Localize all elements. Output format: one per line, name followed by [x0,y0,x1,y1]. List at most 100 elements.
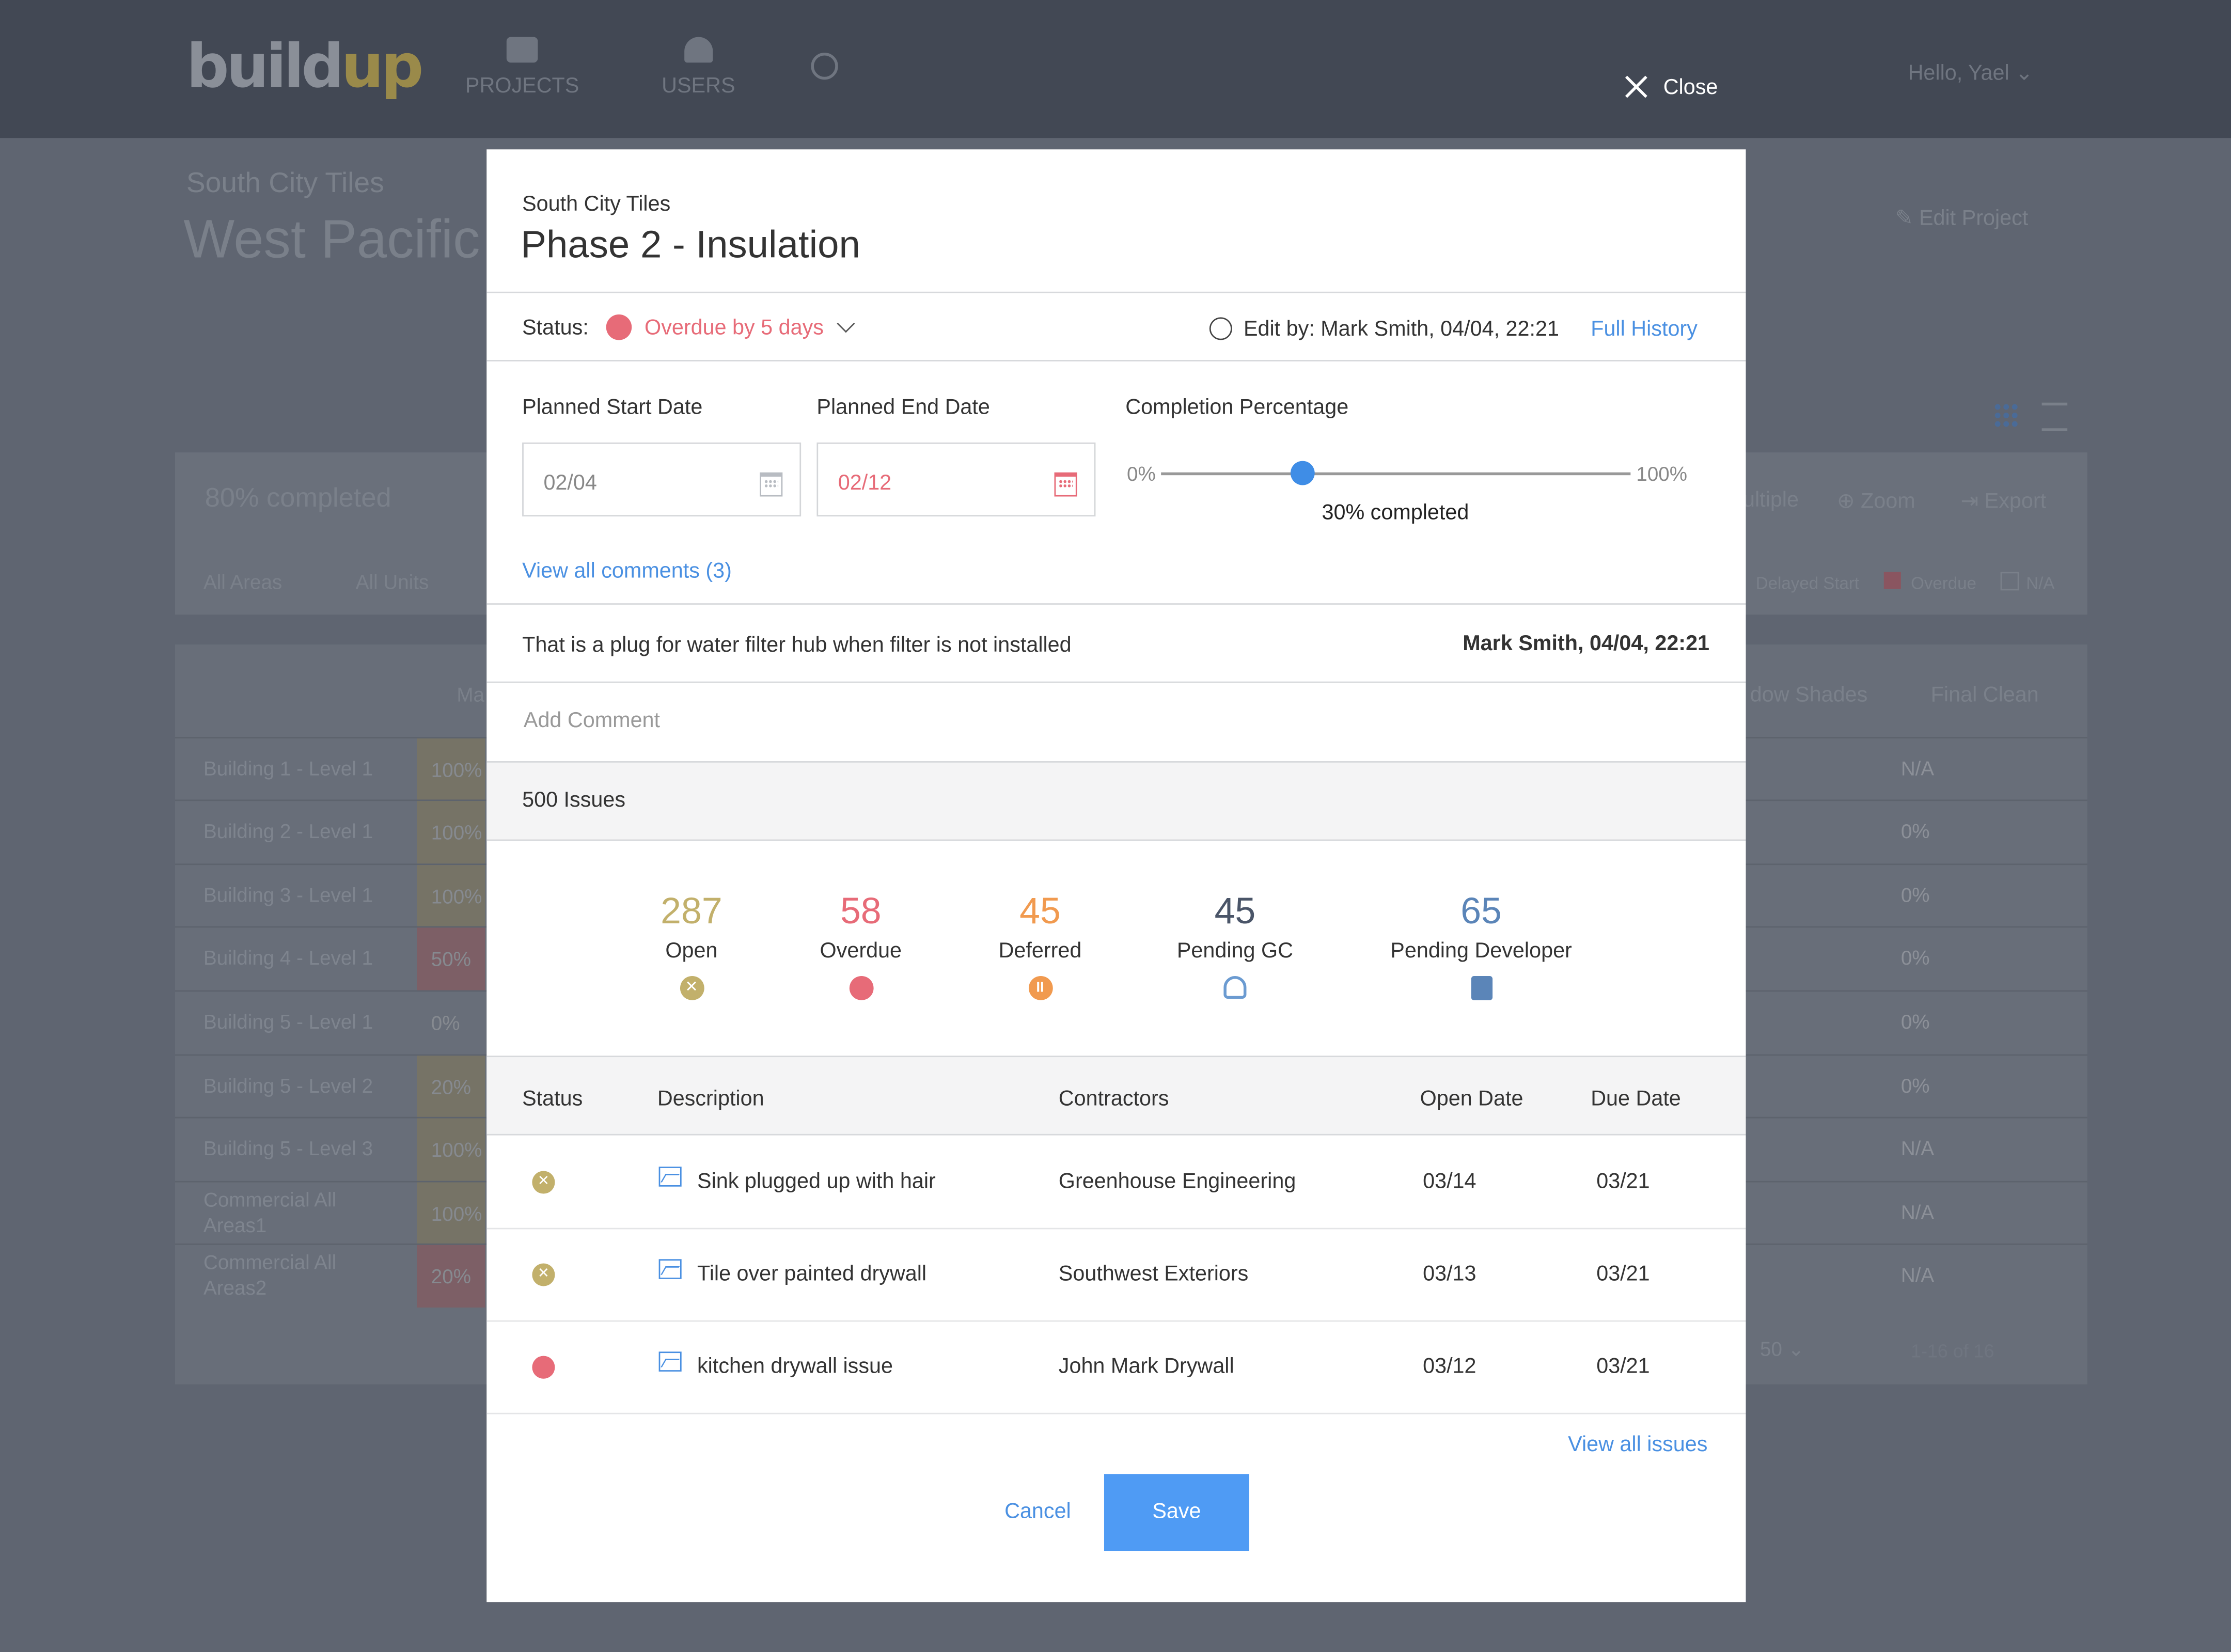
top-navigation-bar: buildup PROJECTS USERS Hello, Yael ⌄ [0,0,2231,138]
image-icon[interactable] [658,1259,682,1279]
issue-open-date: 03/12 [1423,1354,1476,1379]
clock-icon [849,976,873,1000]
col-contractors[interactable]: Contractors [1059,1087,1169,1111]
comment-author: Mark Smith, 04/04, 22:21 [1463,632,1710,656]
bg-filter-areas[interactable]: All Areas [203,571,282,593]
bg-project-client: South City Tiles [186,168,384,199]
bg-col-header: Final Clean [1930,683,2039,707]
completion-slider-thumb[interactable] [1290,461,1314,485]
user-menu[interactable]: Hello, Yael ⌄ [1908,60,2033,85]
overdue-status-icon [532,1356,555,1379]
issue-contractor: John Mark Drywall [1058,1354,1234,1379]
status-dot-icon [606,314,632,340]
bg-legend-overdue: Overdue [1911,573,1976,593]
open-status-icon: ✕ [532,1263,555,1286]
nav-projects[interactable]: PROJECTS [465,37,579,98]
table-row[interactable]: ✕ Tile over painted drywall Southwest Ex… [486,1228,1746,1322]
chevron-down-icon [837,314,855,333]
planned-start-field[interactable]: 02/04 [522,442,802,517]
col-description[interactable]: Description [657,1087,764,1111]
modal-client: South City Tiles [522,192,671,216]
view-all-comments-link[interactable]: View all comments (3) [522,559,732,584]
issues-title: 500 Issues [522,788,625,813]
grid-view-icon[interactable] [1993,402,2019,429]
bg-col-header: dow Shades [1750,683,1868,707]
divider [486,291,1746,293]
issue-due-date: 03/21 [1596,1169,1650,1194]
stat-pending-gc[interactable]: 45 Pending GC [1150,889,1321,999]
issue-contractor: Greenhouse Engineering [1058,1169,1296,1194]
list-view-icon[interactable] [2041,402,2068,431]
status-dropdown[interactable]: Overdue by 5 days [606,314,855,340]
issue-open-date: 03/14 [1423,1169,1476,1194]
full-history-link[interactable]: Full History [1591,317,1698,341]
stat-pending-developer[interactable]: 65 Pending Developer [1368,889,1595,1000]
bg-completed: 80% completed [205,483,391,514]
slider-min-label: 0% [1127,462,1156,485]
edit-project-link[interactable]: ✎ Edit Project [1895,205,2028,230]
completion-label: Completion Percentage [1125,395,1349,420]
divider [486,681,1746,683]
bg-per-page[interactable]: 50 ⌄ [1760,1338,1804,1362]
bg-project-title: West Pacific [183,210,480,271]
clock-icon [1209,317,1232,340]
close-button[interactable]: Close [1624,74,1718,100]
comment-text: That is a plug for water filter hub when… [522,633,1072,657]
bg-filter-units[interactable]: All Units [356,571,429,593]
planned-start-label: Planned Start Date [522,395,703,420]
table-row[interactable]: ✕ Sink plugged up with hair Greenhouse E… [486,1136,1746,1230]
calendar-icon[interactable] [760,472,783,497]
open-status-icon: ✕ [532,1171,555,1194]
search-icon[interactable] [811,52,838,80]
col-due-date[interactable]: Due Date [1591,1087,1681,1111]
issue-contractor: Southwest Exteriors [1058,1262,1249,1286]
status-label: Status: [522,316,589,340]
view-all-issues-link[interactable]: View all issues [1568,1433,1707,1457]
add-comment-input[interactable]: Add Comment [524,709,660,733]
issue-description: Sink plugged up with hair [697,1169,936,1194]
modal-title: Phase 2 - Insulation [521,223,860,266]
users-icon [684,37,713,63]
planned-end-label: Planned End Date [816,395,990,420]
bg-legend-na: N/A [2026,573,2055,593]
briefcase-icon [506,37,538,63]
issue-description: Tile over painted drywall [697,1262,927,1286]
buildup-logo[interactable]: buildup [186,32,424,101]
slider-max-label: 100% [1636,462,1688,485]
stat-deferred[interactable]: 45 Deferred II [955,889,1126,1000]
col-open-date[interactable]: Open Date [1420,1087,1523,1111]
issue-due-date: 03/21 [1596,1354,1650,1379]
issues-header: 500 Issues [486,761,1746,841]
user-icon [1223,976,1247,999]
calendar-icon[interactable] [1054,472,1077,497]
col-status[interactable]: Status [522,1087,583,1111]
stat-overdue[interactable]: 58 Overdue [776,889,947,1000]
completion-slider-track[interactable] [1161,472,1631,476]
bg-legend-overdue-swatch [1883,572,1901,589]
cancel-button[interactable]: Cancel [1004,1500,1071,1524]
issue-description: kitchen drywall issue [697,1354,893,1379]
bg-col-header: Ma [457,683,484,706]
divider [486,360,1746,361]
bg-legend-na-swatch [2000,572,2019,591]
issue-open-date: 03/13 [1423,1262,1476,1286]
bg-export-button[interactable]: ⇥ Export [1961,488,2047,514]
save-button[interactable]: Save [1104,1474,1249,1551]
image-icon[interactable] [658,1167,682,1187]
bg-pagination[interactable]: 1-16 of 16 [1911,1340,1994,1361]
bg-select-multiple[interactable]: ultiple [1743,488,1799,512]
nav-users[interactable]: USERS [662,37,735,98]
edit-info: Edit by: Mark Smith, 04/04, 22:21 [1243,317,1559,342]
issue-due-date: 03/21 [1596,1262,1650,1286]
completion-text: 30% completed [1322,500,1469,525]
close-icon [1624,74,1649,100]
pause-icon: II [1028,976,1052,1000]
table-row[interactable]: kitchen drywall issue John Mark Drywall … [486,1320,1746,1414]
planned-end-field[interactable]: 02/12 [816,442,1096,517]
x-circle-icon: ✕ [679,976,704,1000]
stat-open[interactable]: 287 Open ✕ [606,889,777,1000]
clipboard-check-icon [1470,976,1492,1000]
divider [486,603,1746,605]
bg-zoom-button[interactable]: ⊕ Zoom [1837,488,1915,514]
image-icon[interactable] [658,1351,682,1372]
